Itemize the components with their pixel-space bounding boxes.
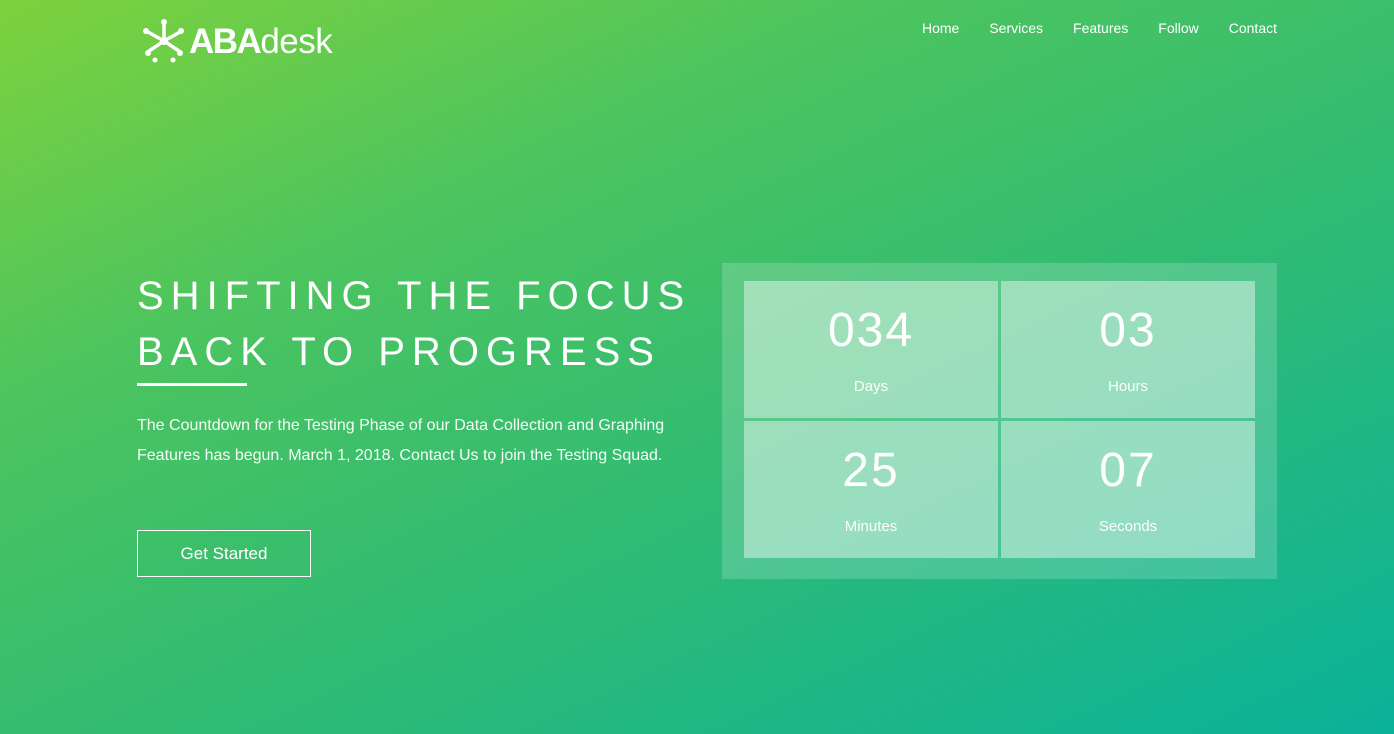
days-value: 034 [827,304,915,357]
countdown-timer: 034 Days 03 Hours 25 Minutes 07 Seconds [722,263,1277,579]
minutes-label: Minutes [844,518,898,535]
hero-description: The Countdown for the Testing Phase of o… [137,417,665,464]
countdown-minutes: 25 Minutes [744,421,998,558]
seconds-value: 07 [1099,444,1157,497]
nav-item-features[interactable]: Features [1073,18,1128,38]
brand-logo[interactable]: ABA desk [141,16,333,66]
countdown-days: 034 Days [744,281,998,418]
main-nav: Home Services Features Follow Contact [922,18,1277,38]
hero-title-line-1: SHIFTING THE FOCUS [137,274,692,318]
hours-value: 03 [1099,304,1157,357]
brand-name-light: desk [260,21,333,61]
brand-name-bold: ABA [189,21,262,61]
brand-wordmark: ABA desk [189,21,333,61]
days-label: Days [853,378,889,395]
nav-item-contact[interactable]: Contact [1229,18,1277,38]
nav-item-follow[interactable]: Follow [1158,18,1198,38]
hours-label: Hours [1107,378,1148,395]
hero-title: SHIFTING THE FOCUS BACK TO PROGRESS [137,268,697,380]
countdown-seconds: 07 Seconds [1001,421,1255,558]
get-started-button[interactable]: Get Started [137,530,311,577]
nav-item-services[interactable]: Services [989,18,1043,38]
asterisk-logo-icon [143,19,184,63]
title-underline-divider [137,383,247,386]
countdown-hours: 03 Hours [1001,281,1255,418]
seconds-label: Seconds [1098,518,1158,535]
hero-title-line-2: BACK TO PROGRESS [137,330,661,374]
nav-item-home[interactable]: Home [922,18,959,38]
minutes-value: 25 [842,444,900,497]
